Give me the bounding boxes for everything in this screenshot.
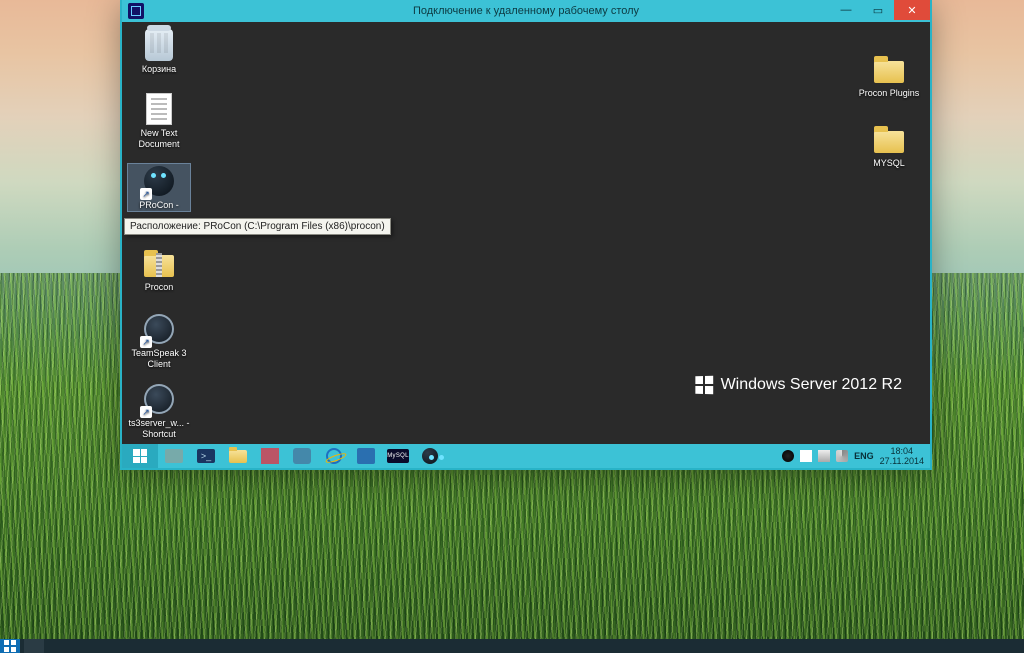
teamspeak-icon: ↗ bbox=[142, 312, 176, 346]
start-button[interactable] bbox=[122, 444, 158, 468]
icon-label: TeamSpeak 3 Client bbox=[128, 348, 190, 370]
host-desktop: Подключение к удаленному рабочему столу … bbox=[0, 0, 1024, 653]
recycle-bin-icon bbox=[142, 28, 176, 62]
folder-icon bbox=[142, 246, 176, 280]
rdp-app-icon bbox=[128, 3, 144, 19]
desktop-icon-procon-folder[interactable]: Procon bbox=[128, 246, 190, 293]
tray-time: 18:04 bbox=[880, 446, 924, 456]
icon-label: Procon bbox=[128, 282, 190, 293]
taskbar-procon[interactable] bbox=[415, 445, 445, 467]
shortcut-arrow-icon: ↗ bbox=[140, 188, 152, 200]
taskbar-item[interactable] bbox=[351, 445, 381, 467]
icon-label: MYSQL bbox=[858, 158, 920, 169]
icon-label: Корзина bbox=[128, 64, 190, 75]
rdp-window: Подключение к удаленному рабочему столу … bbox=[120, 0, 932, 470]
windows-logo-icon bbox=[133, 449, 147, 463]
desktop-icon-procon-plugins[interactable]: Procon Plugins bbox=[858, 52, 920, 99]
taskbar-mysql[interactable]: MySQL bbox=[383, 445, 413, 467]
procon-icon bbox=[422, 448, 438, 464]
rdp-title: Подключение к удаленному рабочему столу bbox=[122, 5, 930, 17]
icon-label: Procon Plugins bbox=[858, 88, 920, 99]
window-controls: — ▭ ✕ bbox=[830, 0, 930, 22]
taskbar-item[interactable] bbox=[287, 445, 317, 467]
server-manager-icon bbox=[165, 449, 183, 463]
icon-label: PRoCon - bbox=[128, 200, 190, 211]
explorer-icon bbox=[229, 450, 247, 463]
windows-logo-icon bbox=[3, 639, 17, 653]
branding-text: Windows Server 2012 R2 bbox=[721, 376, 902, 394]
desktop-icon-recycle-bin[interactable]: Корзина bbox=[128, 28, 190, 75]
ie-icon bbox=[326, 448, 342, 464]
icon-label: ts3server_w... - Shortcut bbox=[128, 418, 190, 440]
tray-flag-icon[interactable] bbox=[800, 450, 812, 462]
tray-clock[interactable]: 18:04 27.11.2014 bbox=[880, 446, 924, 466]
system-tray: ENG 18:04 27.11.2014 bbox=[776, 446, 930, 466]
folder-icon bbox=[872, 52, 906, 86]
tray-date: 27.11.2014 bbox=[880, 456, 924, 466]
host-taskbar bbox=[0, 639, 1024, 653]
rdp-titlebar[interactable]: Подключение к удаленному рабочему столу … bbox=[122, 0, 930, 22]
text-file-icon bbox=[142, 92, 176, 126]
icon-label: New Text Document bbox=[128, 128, 190, 150]
taskbar-ie[interactable] bbox=[319, 445, 349, 467]
shortcut-arrow-icon: ↗ bbox=[140, 336, 152, 348]
minimize-button[interactable]: — bbox=[830, 0, 862, 20]
remote-desktop[interactable]: Корзина New Text Document ↗ PRoCon - Рас… bbox=[122, 22, 930, 444]
tray-sound-icon[interactable] bbox=[836, 450, 848, 462]
tray-network-icon[interactable] bbox=[818, 450, 830, 462]
host-taskbar-item[interactable] bbox=[24, 639, 44, 653]
taskbar-item[interactable] bbox=[255, 445, 285, 467]
taskbar-explorer[interactable] bbox=[223, 445, 253, 467]
powershell-icon: >_ bbox=[197, 449, 215, 463]
remote-taskbar: >_ MySQL ENG 18:04 27.11.2014 bbox=[122, 444, 930, 468]
maximize-button[interactable]: ▭ bbox=[862, 0, 894, 20]
procon-app-icon: ↗ bbox=[142, 164, 176, 198]
app-icon bbox=[357, 448, 375, 464]
shortcut-arrow-icon: ↗ bbox=[140, 406, 152, 418]
desktop-icon-teamspeak[interactable]: ↗ TeamSpeak 3 Client bbox=[128, 312, 190, 370]
desktop-icon-mysql[interactable]: MYSQL bbox=[858, 122, 920, 169]
host-start-button[interactable] bbox=[0, 639, 20, 653]
mysql-icon: MySQL bbox=[387, 449, 409, 463]
desktop-icon-procon-app[interactable]: ↗ PRoCon - bbox=[128, 164, 190, 211]
tray-language[interactable]: ENG bbox=[854, 451, 874, 461]
tray-icon[interactable] bbox=[782, 450, 794, 462]
ts3server-icon: ↗ bbox=[142, 382, 176, 416]
desktop-icon-ts3server[interactable]: ↗ ts3server_w... - Shortcut bbox=[128, 382, 190, 440]
os-branding: Windows Server 2012 R2 bbox=[695, 376, 902, 394]
app-icon bbox=[261, 448, 279, 464]
app-icon bbox=[293, 448, 311, 464]
taskbar-powershell[interactable]: >_ bbox=[191, 445, 221, 467]
windows-logo-icon bbox=[695, 376, 713, 395]
tooltip: Расположение: PRoCon (C:\Program Files (… bbox=[124, 218, 391, 235]
close-button[interactable]: ✕ bbox=[894, 0, 930, 20]
folder-icon bbox=[872, 122, 906, 156]
taskbar-server-manager[interactable] bbox=[159, 445, 189, 467]
desktop-icon-new-text-document[interactable]: New Text Document bbox=[128, 92, 190, 150]
